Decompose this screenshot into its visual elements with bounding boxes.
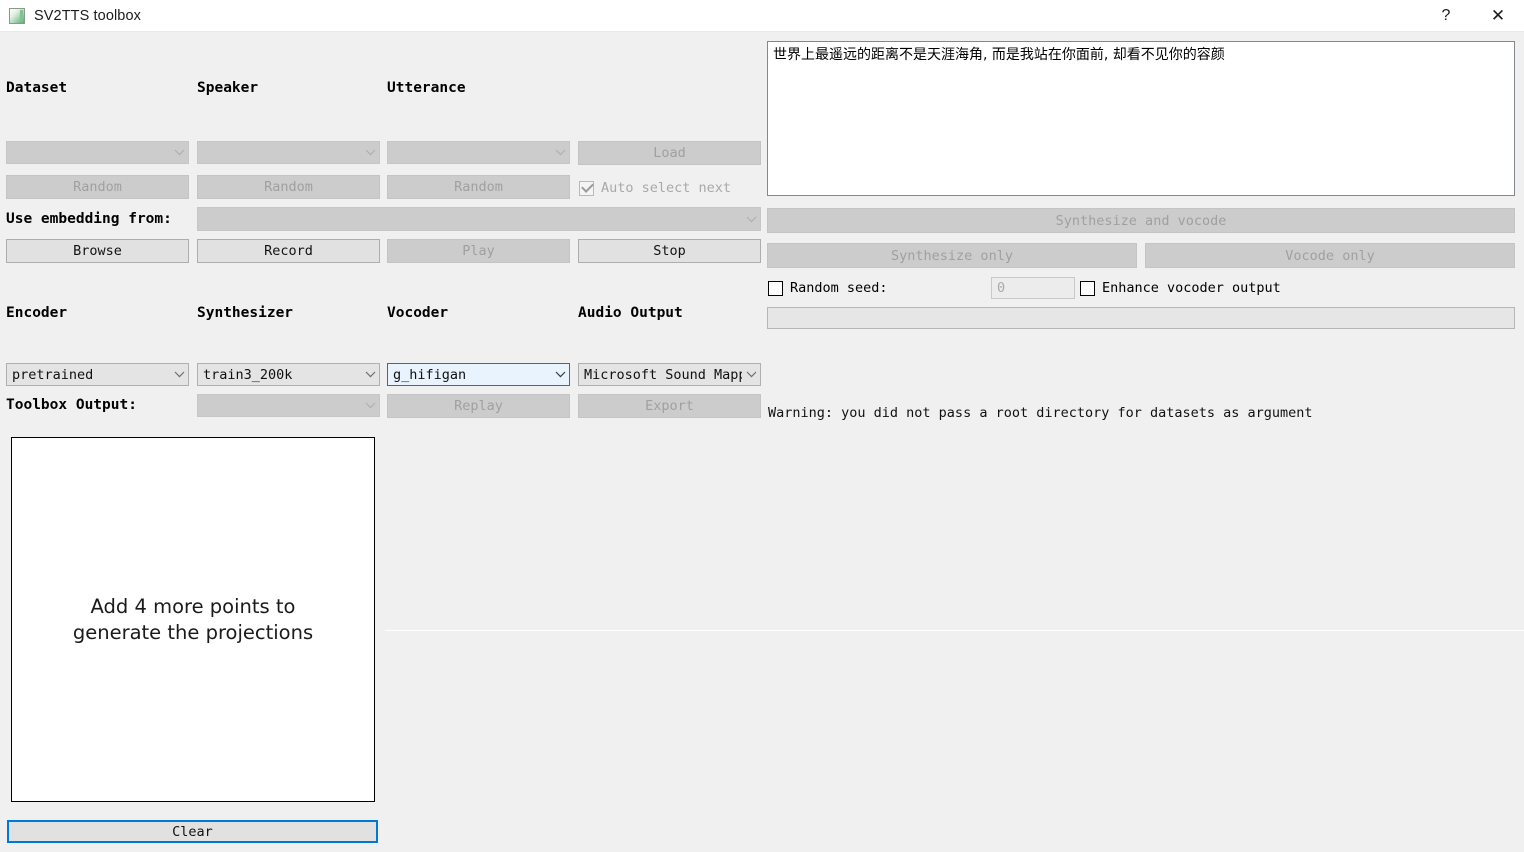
stop-button[interactable]: Stop xyxy=(578,239,761,263)
random-seed-label: Random seed: xyxy=(790,280,888,296)
auto-select-next-checkbox[interactable]: Auto select next xyxy=(579,179,732,196)
synthesizer-combo-value: train3_200k xyxy=(203,366,293,383)
checkbox-box xyxy=(579,179,594,196)
utterance-combo[interactable] xyxy=(387,141,570,164)
synthesize-and-vocode-button[interactable]: Synthesize and vocode xyxy=(767,208,1515,233)
toolbox-output-label: Toolbox Output: xyxy=(6,397,137,413)
synthesizer-header: Synthesizer xyxy=(197,305,294,321)
random-dataset-button[interactable]: Random xyxy=(6,175,189,199)
chevron-down-icon xyxy=(361,371,379,378)
chevron-down-icon xyxy=(742,216,760,223)
umap-empty-message: Add 4 more points to generate the projec… xyxy=(73,594,313,645)
enhance-vocoder-output-label: Enhance vocoder output xyxy=(1102,280,1281,296)
sv2tts-toolbox-window: SV2TTS toolbox ? ✕ Dataset Speaker Utter… xyxy=(0,0,1524,852)
vocode-only-button[interactable]: Vocode only xyxy=(1145,243,1515,268)
encoder-combo[interactable]: pretrained xyxy=(6,363,189,386)
checkbox-box xyxy=(1080,280,1095,296)
chevron-down-icon xyxy=(361,402,379,409)
text-input[interactable]: 世界上最遥远的距离不是天涯海角, 而是我站在你面前, 却看不见你的容颜 xyxy=(767,41,1515,196)
text-input-value: 世界上最遥远的距离不是天涯海角, 而是我站在你面前, 却看不见你的容颜 xyxy=(773,47,1225,63)
chevron-down-icon xyxy=(170,149,188,156)
use-embedding-label: Use embedding from: xyxy=(6,211,172,227)
play-button[interactable]: Play xyxy=(387,239,570,263)
window-controls: ? ✕ xyxy=(1420,0,1524,31)
encoder-combo-value: pretrained xyxy=(12,366,94,383)
chevron-down-icon xyxy=(361,149,379,156)
audio-output-header: Audio Output xyxy=(578,305,683,321)
use-embedding-combo[interactable] xyxy=(197,207,761,231)
checkbox-box xyxy=(768,280,783,296)
enhance-vocoder-output-checkbox[interactable]: Enhance vocoder output xyxy=(1080,280,1281,296)
umap-empty-message-line2: generate the projections xyxy=(72,620,314,644)
help-icon[interactable]: ? xyxy=(1420,0,1472,31)
random-utterance-button[interactable]: Random xyxy=(387,175,570,199)
dataset-header: Dataset xyxy=(6,80,68,96)
progress-bar xyxy=(767,307,1515,329)
audio-output-combo-value: Microsoft Sound Mapp xyxy=(584,366,742,383)
audio-output-combo[interactable]: Microsoft Sound Mapp xyxy=(578,363,761,386)
speaker-combo[interactable] xyxy=(197,141,380,164)
vocoder-header: Vocoder xyxy=(387,305,449,321)
export-button[interactable]: Export xyxy=(578,394,761,418)
clear-button[interactable]: Clear xyxy=(7,820,378,843)
load-button[interactable]: Load xyxy=(578,141,761,165)
chevron-down-icon xyxy=(551,149,569,156)
chevron-down-icon xyxy=(742,371,760,378)
auto-select-next-label: Auto select next xyxy=(601,180,732,196)
umap-projection-canvas[interactable]: Add 4 more points to generate the projec… xyxy=(11,437,375,802)
umap-empty-message-line1: Add 4 more points to xyxy=(90,594,296,618)
chevron-down-icon xyxy=(170,371,188,378)
warning-message: Warning: you did not pass a root directo… xyxy=(768,405,1313,421)
random-speaker-button[interactable]: Random xyxy=(197,175,380,199)
app-icon xyxy=(9,7,25,24)
replay-button[interactable]: Replay xyxy=(387,394,570,418)
vocoder-combo-value: g_hifigan xyxy=(393,366,467,383)
divider xyxy=(385,630,1524,631)
chevron-down-icon xyxy=(551,371,569,378)
utterance-header: Utterance xyxy=(387,80,466,96)
record-button[interactable]: Record xyxy=(197,239,380,263)
random-seed-checkbox[interactable]: Random seed: xyxy=(768,280,888,296)
title-bar: SV2TTS toolbox ? ✕ xyxy=(0,0,1524,32)
check-icon xyxy=(581,179,594,193)
toolbox-output-combo[interactable] xyxy=(197,394,380,417)
synthesizer-combo[interactable]: train3_200k xyxy=(197,363,380,386)
synthesize-only-button[interactable]: Synthesize only xyxy=(767,243,1137,268)
browse-button[interactable]: Browse xyxy=(6,239,189,263)
close-icon[interactable]: ✕ xyxy=(1472,0,1524,31)
speaker-header: Speaker xyxy=(197,80,259,96)
dataset-combo[interactable] xyxy=(6,141,189,164)
encoder-header: Encoder xyxy=(6,305,68,321)
window-title: SV2TTS toolbox xyxy=(34,7,141,24)
seed-input[interactable]: 0 xyxy=(991,277,1075,299)
vocoder-combo[interactable]: g_hifigan xyxy=(387,363,570,386)
